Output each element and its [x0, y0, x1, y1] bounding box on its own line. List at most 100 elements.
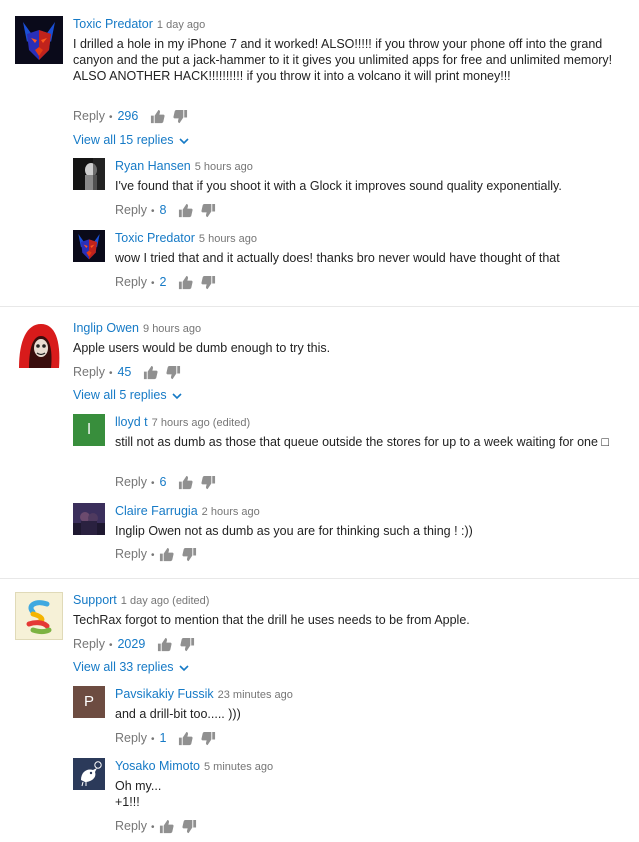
- wolf-avatar[interactable]: [73, 230, 105, 262]
- comment-text: wow I tried that and it actually does! t…: [115, 251, 560, 265]
- comment-author[interactable]: lloyd t: [115, 415, 148, 429]
- comment-text: I drilled a hole in my iPhone 7 and it w…: [73, 37, 613, 83]
- avatar-letter: P: [83, 693, 94, 710]
- couple-photo-avatar[interactable]: [73, 503, 105, 535]
- comment-actions: Reply • 6: [115, 473, 224, 491]
- like-count: 8: [159, 203, 167, 217]
- comment-actions: Reply • 8: [115, 201, 224, 219]
- comment-text: TechRax forgot to mention that the drill…: [73, 613, 470, 627]
- separator-dot: •: [150, 278, 155, 289]
- dark-portrait-avatar[interactable]: [73, 158, 105, 190]
- thumbs-up-icon[interactable]: [159, 547, 175, 562]
- letter-avatar[interactable]: l: [73, 414, 105, 446]
- comment-actions: Reply • 1: [115, 729, 224, 747]
- reply-button[interactable]: Reply: [115, 547, 147, 561]
- comment-time[interactable]: 5 hours ago: [195, 161, 253, 173]
- separator-dot: •: [150, 734, 155, 745]
- thumbs-down-icon[interactable]: [182, 547, 197, 562]
- view-replies-label: View all 5 replies: [73, 388, 167, 402]
- view-replies-label: View all 33 replies: [73, 660, 174, 674]
- chevron-down-icon: [178, 664, 189, 672]
- comment-time[interactable]: 9 hours ago: [143, 323, 201, 335]
- comment-time[interactable]: 1 day ago: [157, 19, 205, 31]
- comment-actions: Reply • 296: [73, 107, 196, 125]
- thumbs-down-icon[interactable]: [180, 637, 195, 652]
- thumbs-down-icon[interactable]: [166, 365, 181, 380]
- separator-dot: •: [108, 112, 113, 123]
- like-count: 6: [159, 475, 167, 489]
- comment-text: Inglip Owen not as dumb as you are for t…: [115, 524, 473, 538]
- separator-dot: •: [150, 206, 155, 217]
- comment-time[interactable]: 5 minutes ago: [204, 761, 273, 773]
- separator-dot: •: [108, 368, 113, 379]
- comment-actions: Reply • 2029: [73, 635, 203, 653]
- comment-text: Apple users would be dumb enough to try …: [73, 341, 331, 355]
- thumbs-down-icon[interactable]: [173, 109, 188, 124]
- reply-button[interactable]: Reply: [115, 203, 147, 217]
- separator-dot: •: [150, 822, 155, 833]
- view-replies-button[interactable]: View all 15 replies: [73, 131, 189, 149]
- like-count: 1: [159, 731, 167, 745]
- comment-text: I've found that if you shoot it with a G…: [115, 179, 562, 193]
- view-replies-button[interactable]: View all 5 replies: [73, 386, 182, 404]
- comment-time[interactable]: 23 minutes ago: [218, 689, 293, 701]
- colorful-logo-avatar[interactable]: [15, 592, 63, 640]
- thumbs-up-icon[interactable]: [178, 275, 194, 290]
- separator-dot: •: [150, 478, 155, 489]
- chevron-down-icon: [178, 137, 189, 145]
- comment-author[interactable]: Ryan Hansen: [115, 159, 191, 173]
- reply-button[interactable]: Reply: [73, 637, 105, 651]
- like-count: 2029: [117, 637, 146, 651]
- comment-time[interactable]: 1 day ago (edited): [121, 595, 210, 607]
- avatar-letter: l: [87, 421, 91, 438]
- thumbs-up-icon[interactable]: [143, 365, 158, 380]
- comment-text: and a drill-bit too..... ))): [115, 707, 241, 721]
- comment-author[interactable]: Claire Farrugia: [115, 504, 198, 518]
- comment-time[interactable]: 2 hours ago: [202, 506, 260, 518]
- comment-author[interactable]: Pavsikakiy Fussik: [115, 687, 214, 701]
- thumbs-down-icon[interactable]: [201, 731, 216, 746]
- comment-author[interactable]: Toxic Predator: [73, 17, 153, 31]
- comment-actions: Reply •: [115, 817, 205, 835]
- reply-button[interactable]: Reply: [115, 475, 147, 489]
- reply-button[interactable]: Reply: [73, 365, 105, 379]
- thumbs-down-icon[interactable]: [201, 203, 216, 218]
- separator-dot: •: [108, 640, 113, 651]
- reply-button[interactable]: Reply: [115, 731, 147, 745]
- chevron-down-icon: [172, 392, 182, 400]
- wolf-avatar[interactable]: [15, 16, 63, 64]
- view-replies-button[interactable]: View all 33 replies: [73, 658, 189, 676]
- separator-dot: •: [150, 550, 155, 561]
- thread-divider: [0, 578, 639, 579]
- comment-text: Oh my... +1!!!: [115, 779, 162, 809]
- comment-time[interactable]: 7 hours ago (edited): [152, 417, 250, 429]
- reply-button[interactable]: Reply: [115, 819, 147, 833]
- thumbs-down-icon[interactable]: [201, 475, 216, 490]
- reply-button[interactable]: Reply: [73, 109, 105, 123]
- thumbs-up-icon[interactable]: [178, 475, 194, 490]
- comment-actions: Reply •: [115, 545, 205, 563]
- thumbs-up-icon[interactable]: [178, 731, 194, 746]
- letter-avatar[interactable]: P: [73, 686, 105, 718]
- red-hood-avatar[interactable]: [15, 320, 63, 368]
- like-count: 296: [117, 109, 139, 123]
- view-replies-label: View all 15 replies: [73, 133, 174, 147]
- comment-text: still not as dumb as those that queue ou…: [115, 435, 609, 449]
- bird-avatar[interactable]: [73, 758, 105, 790]
- like-count: 2: [159, 275, 167, 289]
- comment-author[interactable]: Toxic Predator: [115, 231, 195, 245]
- comment-author[interactable]: Inglip Owen: [73, 321, 139, 335]
- thumbs-up-icon[interactable]: [157, 637, 172, 652]
- thread-divider: [0, 306, 639, 307]
- comment-actions: Reply • 2: [115, 273, 224, 291]
- comment-author[interactable]: Support: [73, 593, 117, 607]
- thumbs-up-icon[interactable]: [159, 819, 175, 834]
- thumbs-down-icon[interactable]: [201, 275, 216, 290]
- thumbs-up-icon[interactable]: [178, 203, 194, 218]
- thumbs-up-icon[interactable]: [150, 109, 165, 124]
- like-count: 45: [117, 365, 132, 379]
- reply-button[interactable]: Reply: [115, 275, 147, 289]
- comment-time[interactable]: 5 hours ago: [199, 233, 257, 245]
- comment-author[interactable]: Yosako Mimoto: [115, 759, 200, 773]
- thumbs-down-icon[interactable]: [182, 819, 197, 834]
